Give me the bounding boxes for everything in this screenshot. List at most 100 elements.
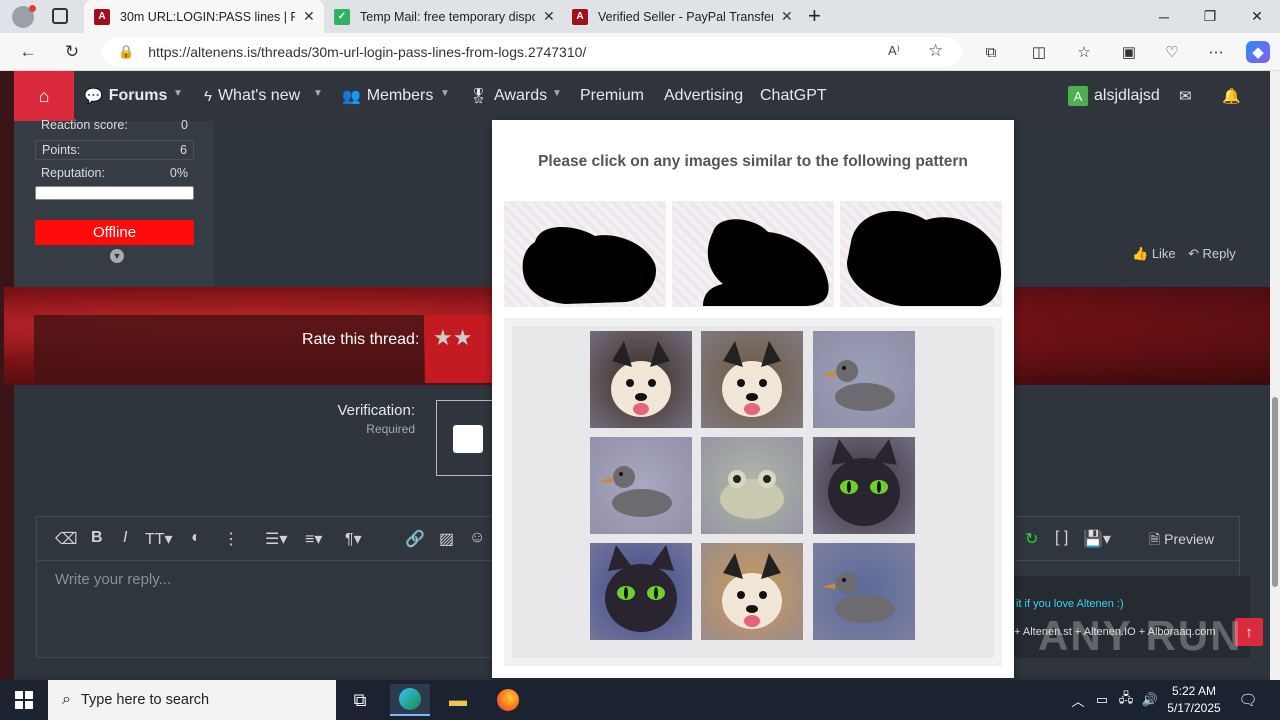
url-field[interactable]: 🔒 https://altenens.is/threads/30m-url-lo… <box>102 37 962 67</box>
eraser-icon[interactable]: ⌫ <box>55 529 78 549</box>
brackets-icon[interactable]: [ ] <box>1055 529 1068 547</box>
user-info-panel: Reaction score: 0 Points: 6 Reputation: … <box>14 118 214 287</box>
read-aloud-icon[interactable]: A⁾ <box>888 43 900 59</box>
restore-icon[interactable]: ❐ <box>1187 0 1233 33</box>
checkbox-icon[interactable] <box>453 425 483 453</box>
captcha-option-4[interactable] <box>590 437 692 534</box>
close-tab-icon[interactable]: ✕ <box>303 8 315 25</box>
firefox-icon[interactable] <box>488 684 528 716</box>
captcha-option-2[interactable] <box>701 331 803 428</box>
file-explorer-icon[interactable]: ▬ <box>438 684 478 716</box>
chevron-down-icon[interactable]: ▼ <box>552 88 562 99</box>
chevron-down-icon[interactable]: ▼ <box>173 88 183 99</box>
reply-button[interactable]: ↶ Reply <box>1188 246 1236 262</box>
captcha-option-3[interactable] <box>813 331 915 428</box>
close-tab-icon[interactable]: ✕ <box>543 8 555 25</box>
duck-image-icon <box>823 360 895 411</box>
scrollbar-thumb[interactable] <box>1272 397 1278 587</box>
favorites-icon[interactable]: ☆ <box>1072 41 1096 63</box>
inbox-icon[interactable]: ✉ <box>1179 71 1192 121</box>
rate-thread-box: Rate this thread: <box>34 315 424 383</box>
tab-actions-icon[interactable] <box>52 8 68 24</box>
captcha-modal: Please click on any images similar to th… <box>492 120 1014 678</box>
image-icon[interactable]: ▨ <box>439 529 454 549</box>
nav-members[interactable]: 👥 Members <box>342 71 433 121</box>
save-draft-icon[interactable]: 💾▾ <box>1083 529 1111 549</box>
edge-icon[interactable] <box>390 684 430 716</box>
redo-icon[interactable]: ↻ <box>1025 529 1038 549</box>
nav-whats-new[interactable]: ϟ What's new <box>204 71 300 121</box>
captcha-option-1[interactable] <box>590 331 692 428</box>
browser-essentials-icon[interactable]: ♡ <box>1160 41 1184 63</box>
close-tab-icon[interactable]: ✕ <box>781 8 793 25</box>
reaction-score-label: Reaction score: <box>41 118 128 132</box>
clock-time: 5:22 AM <box>1171 684 1217 698</box>
windows-taskbar: ⌕ Type here to search ⧉ ▬ ︿ ▭ 🖧 🔊 5:22 A… <box>0 680 1280 720</box>
page-scrollbar[interactable] <box>1270 71 1280 680</box>
home-icon[interactable]: ⌂ <box>14 71 74 121</box>
extensions-icon[interactable]: ⧉ <box>979 41 1003 63</box>
captcha-option-6[interactable] <box>813 437 915 534</box>
refresh-icon[interactable]: ↻ <box>58 39 86 65</box>
chevron-down-icon[interactable]: ▼ <box>313 88 323 99</box>
cat-image-icon <box>605 545 677 632</box>
reply-label: Reply <box>1202 246 1236 261</box>
users-icon: 👥 <box>342 88 361 105</box>
split-screen-icon[interactable]: ◫ <box>1027 41 1051 63</box>
reply-textarea[interactable]: Write your reply... <box>55 571 171 588</box>
paragraph-icon[interactable]: ¶▾ <box>345 529 362 549</box>
duck-image-icon <box>600 466 672 517</box>
user-menu[interactable]: A alsjdlajsd <box>1068 71 1160 121</box>
copilot-icon[interactable]: ◆ <box>1246 41 1270 63</box>
favorite-star-icon[interactable]: ☆ <box>928 41 943 61</box>
rating-stars[interactable]: ★★ <box>425 315 492 383</box>
nav-premium[interactable]: Premium <box>580 71 644 121</box>
preview-button[interactable]: 🗎 Preview <box>1149 529 1214 553</box>
nav-label: Advertising <box>664 87 744 104</box>
captcha-option-9[interactable] <box>813 543 915 640</box>
nav-awards[interactable]: 🎖 Awards <box>469 71 547 121</box>
close-window-icon[interactable]: ✕ <box>1234 0 1280 33</box>
captcha-option-8[interactable] <box>701 543 803 640</box>
tab-temp-mail[interactable]: ✓ Temp Mail: free temporary dispo ✕ <box>324 0 562 33</box>
new-tab-button[interactable]: + <box>808 3 821 29</box>
nav-chatgpt[interactable]: ChatGPT <box>760 71 827 121</box>
verification-widget[interactable] <box>436 400 496 476</box>
link-icon[interactable]: 🔗 <box>405 529 425 549</box>
like-button[interactable]: 👍 Like <box>1132 246 1176 262</box>
nav-forums[interactable]: 💬 Forums <box>84 71 167 121</box>
clock-date: 5/17/2025 <box>1167 701 1221 715</box>
list-icon[interactable]: ☰▾ <box>265 529 287 549</box>
palette-icon[interactable]: ◐ <box>191 529 201 547</box>
expand-chevron-icon[interactable]: ▼ <box>110 249 124 263</box>
nav-label: Members <box>366 87 434 104</box>
notification-center-icon[interactable]: 🗨 <box>1228 684 1268 716</box>
collections-icon[interactable]: ▣ <box>1117 41 1141 63</box>
align-icon[interactable]: ≡▾ <box>305 529 322 549</box>
back-icon[interactable]: ← <box>14 39 42 65</box>
text-size-icon[interactable]: TT▾ <box>145 529 173 549</box>
frog-silhouette-icon <box>522 226 656 304</box>
windows-start-icon[interactable] <box>0 680 48 720</box>
emoji-icon[interactable]: ☺ <box>469 529 485 547</box>
more-menu-icon[interactable]: ⋯ <box>1204 41 1228 63</box>
nav-label: ChatGPT <box>760 87 827 104</box>
bold-icon[interactable]: B <box>91 529 103 547</box>
bell-icon[interactable]: 🔔 <box>1222 71 1241 121</box>
points-row: Points: 6 <box>35 140 194 160</box>
chevron-down-icon[interactable]: ▼ <box>440 88 450 99</box>
nav-advertising[interactable]: Advertising <box>664 71 743 121</box>
captcha-option-7[interactable] <box>590 543 692 640</box>
minimize-icon[interactable]: ─ <box>1141 0 1187 33</box>
anyrun-watermark: ANY RUN <box>1038 612 1243 659</box>
windows-logo-icon <box>15 691 33 709</box>
task-view-icon[interactable]: ⧉ <box>340 684 380 716</box>
browser-tab-strip: A 30m URL:LOGIN:PASS lines | Fron ✕ ✓ Te… <box>0 0 1280 33</box>
more-options-icon[interactable]: ⋮ <box>223 529 239 549</box>
captcha-option-5[interactable] <box>701 437 803 534</box>
tab-altenen[interactable]: A 30m URL:LOGIN:PASS lines | Fron ✕ <box>84 0 324 33</box>
taskbar-search[interactable]: ⌕ Type here to search <box>48 680 336 720</box>
tab-verified-seller[interactable]: A Verified Seller - PayPal Transfers ✕ <box>562 0 800 33</box>
italic-icon[interactable]: I <box>123 529 127 547</box>
system-clock[interactable]: 5:22 AM 5/17/2025 <box>1164 683 1224 717</box>
